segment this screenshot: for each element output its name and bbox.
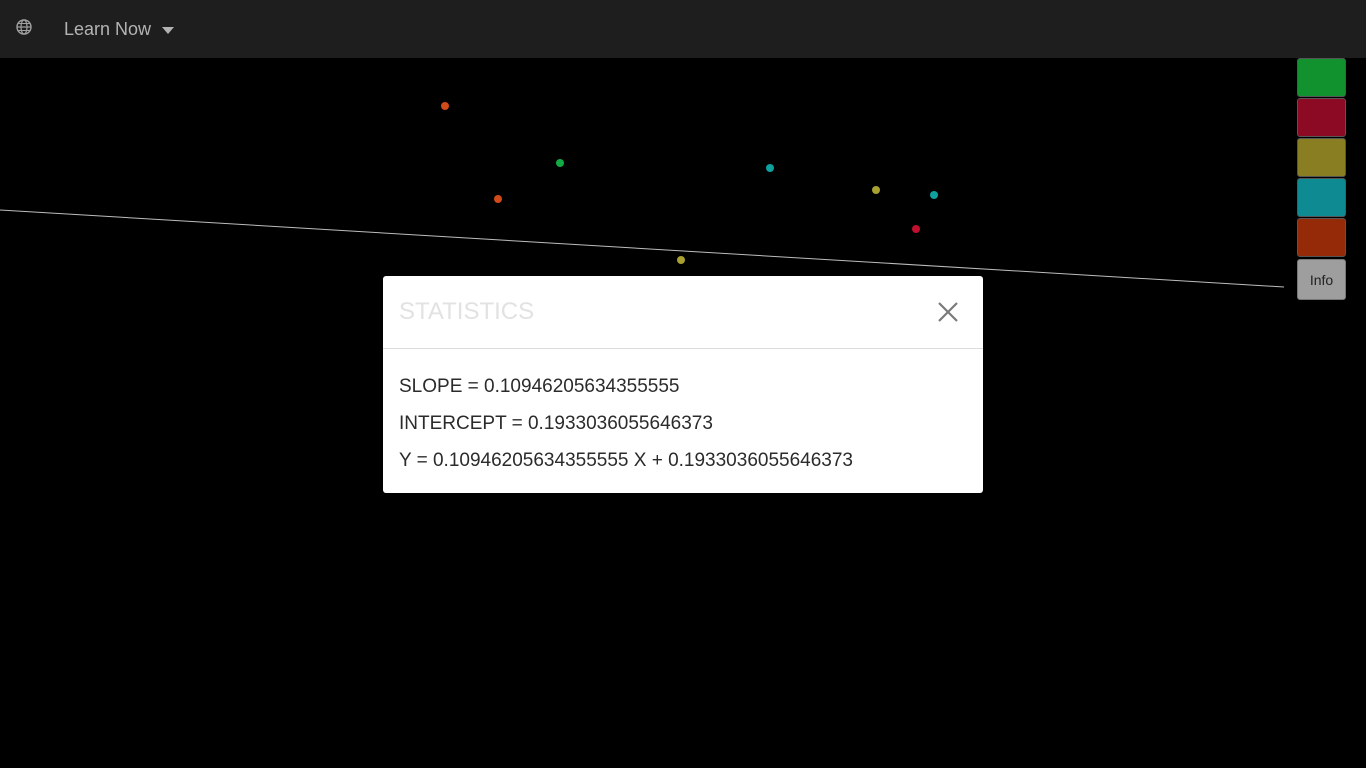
statistics-modal: STATISTICS SLOPE = 0.10946205634355555 I… — [383, 276, 983, 493]
modal-body: SLOPE = 0.10946205634355555 INTERCEPT = … — [383, 349, 983, 479]
intercept-text: INTERCEPT = 0.1933036055646373 — [399, 413, 713, 434]
swatch-green[interactable] — [1297, 58, 1346, 97]
data-point — [556, 159, 564, 167]
data-point — [766, 164, 774, 172]
data-point — [872, 186, 880, 194]
swatch-olive[interactable] — [1297, 138, 1346, 177]
close-icon[interactable] — [936, 300, 960, 324]
swatch-orange[interactable] — [1297, 218, 1346, 257]
info-button[interactable]: Info — [1297, 259, 1346, 300]
modal-header: STATISTICS — [383, 276, 983, 349]
data-point — [441, 102, 449, 110]
data-point — [912, 225, 920, 233]
data-point — [494, 195, 502, 203]
swatch-red[interactable] — [1297, 98, 1346, 137]
data-point — [677, 256, 685, 264]
data-point — [930, 191, 938, 199]
info-button-label: Info — [1309, 271, 1334, 288]
modal-title: STATISTICS — [399, 298, 535, 325]
swatch-teal[interactable] — [1297, 178, 1346, 217]
color-palette: Info — [1297, 58, 1346, 300]
slope-text: SLOPE = 0.10946205634355555 — [399, 376, 680, 397]
equation-text: Y = 0.10946205634355555 X + 0.1933036055… — [399, 450, 853, 471]
